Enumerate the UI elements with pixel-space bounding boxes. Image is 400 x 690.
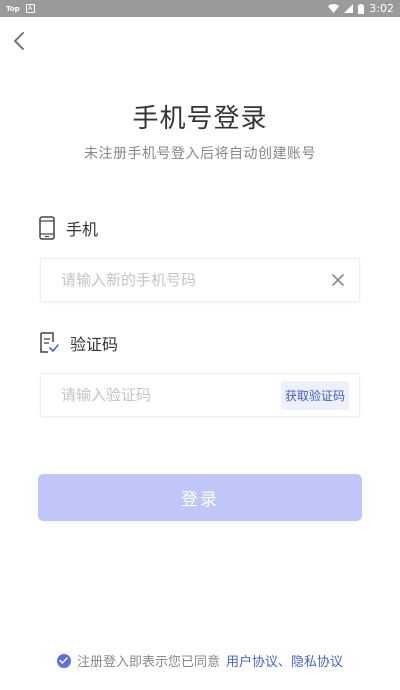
code-input-box: 获取验证码: [41, 374, 359, 416]
chevron-left-icon: [14, 32, 24, 50]
document-check-icon: [40, 332, 59, 353]
status-time: 3:02: [369, 2, 394, 15]
phone-input-box: [41, 259, 359, 301]
agreement-text: 注册登入即表示您已同意: [76, 655, 220, 670]
clear-phone-button[interactable]: [327, 269, 349, 291]
phone-label-row: 手机: [38, 216, 98, 240]
status-left: Top A: [6, 4, 35, 13]
get-code-button[interactable]: 获取验证码: [280, 380, 349, 410]
signal-icon: [344, 4, 354, 13]
notification-icon: A: [25, 4, 35, 13]
phone-input[interactable]: [61, 271, 327, 289]
status-bar: Top A 3:02: [0, 0, 400, 17]
agreement-row: 注册登入即表示您已同意 用户协议、隐私协议: [0, 651, 400, 670]
back-button[interactable]: [8, 30, 30, 52]
page-subtitle: 未注册手机号登入后将自动创建账号: [84, 146, 316, 162]
agreement-links[interactable]: 用户协议、隐私协议: [226, 651, 343, 670]
code-label-row: 验证码: [38, 331, 118, 355]
page-title: 手机号登录: [132, 104, 268, 134]
login-button[interactable]: 登录: [38, 474, 362, 521]
agree-checkbox[interactable]: [56, 653, 71, 668]
status-right: 3:02: [328, 2, 394, 15]
battery-icon: [358, 3, 365, 14]
status-app-tag: Top: [6, 4, 20, 13]
code-label: 验证码: [70, 335, 119, 354]
check-icon: [59, 657, 69, 664]
wifi-icon: [328, 4, 340, 13]
code-input[interactable]: [61, 386, 281, 404]
phone-label: 手机: [66, 220, 99, 239]
close-icon: [332, 274, 344, 286]
phone-icon: [39, 216, 55, 240]
